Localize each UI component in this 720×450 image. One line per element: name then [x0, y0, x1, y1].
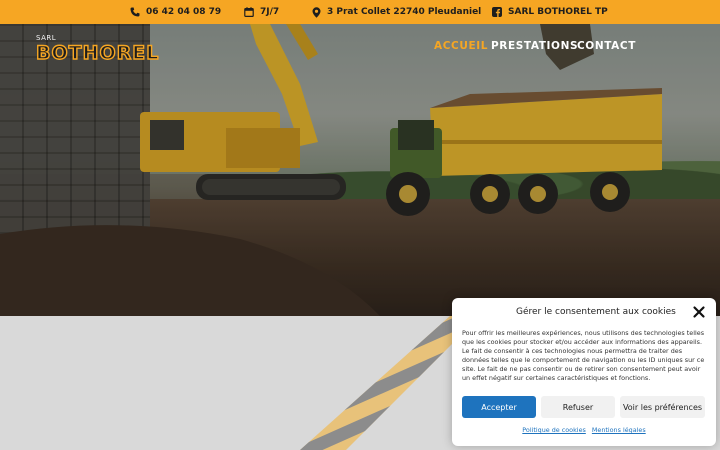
- site-logo[interactable]: SARL BOTHOREL: [35, 34, 196, 65]
- address-text: 3 Prat Collet 22740 Pleudaniel: [327, 7, 482, 17]
- accept-cookies-button[interactable]: Accepter: [462, 396, 536, 418]
- facebook-link[interactable]: SARL BOTHOREL TP: [492, 0, 608, 24]
- hours-text: 7J/7: [260, 7, 280, 17]
- cookie-dialog-text: Pour offrir les meilleures expériences, …: [462, 329, 705, 383]
- opening-hours: 7J/7: [244, 0, 279, 24]
- facebook-page-name: SARL BOTHOREL TP: [508, 7, 608, 17]
- address-contact[interactable]: 3 Prat Collet 22740 Pleudaniel: [312, 0, 481, 24]
- cookie-dialog-links: Politique de cookies Mentions légales: [452, 426, 716, 434]
- phone-number: 06 42 04 08 79: [146, 7, 222, 17]
- cookie-consent-dialog: Gérer le consentement aux cookies Pour o…: [452, 298, 716, 446]
- logo-prefix: SARL: [36, 34, 57, 42]
- hero-banner: [0, 24, 720, 316]
- refuse-cookies-button[interactable]: Refuser: [541, 396, 615, 418]
- nav-item-prestations[interactable]: PRESTATIONS: [491, 40, 578, 52]
- cookie-dialog-title: Gérer le consentement aux cookies: [516, 307, 676, 317]
- top-info-bar: 06 42 04 08 79 7J/7 3 Prat Collet 22740 …: [0, 0, 720, 24]
- legal-notice-link[interactable]: Mentions légales: [592, 426, 646, 434]
- view-preferences-button[interactable]: Voir les préférences: [620, 396, 705, 418]
- logo-name: BOTHOREL: [35, 41, 160, 64]
- location-pin-icon: [312, 6, 321, 18]
- cookie-policy-link[interactable]: Politique de cookies: [522, 426, 586, 434]
- hero-overlay: [0, 24, 720, 316]
- close-icon[interactable]: [692, 305, 706, 319]
- phone-contact[interactable]: 06 42 04 08 79: [130, 0, 221, 24]
- nav-item-contact[interactable]: CONTACT: [577, 40, 636, 52]
- phone-icon: [130, 7, 140, 17]
- facebook-icon: [492, 7, 502, 17]
- calendar-icon: [244, 7, 254, 17]
- nav-item-accueil[interactable]: ACCUEIL: [434, 40, 488, 52]
